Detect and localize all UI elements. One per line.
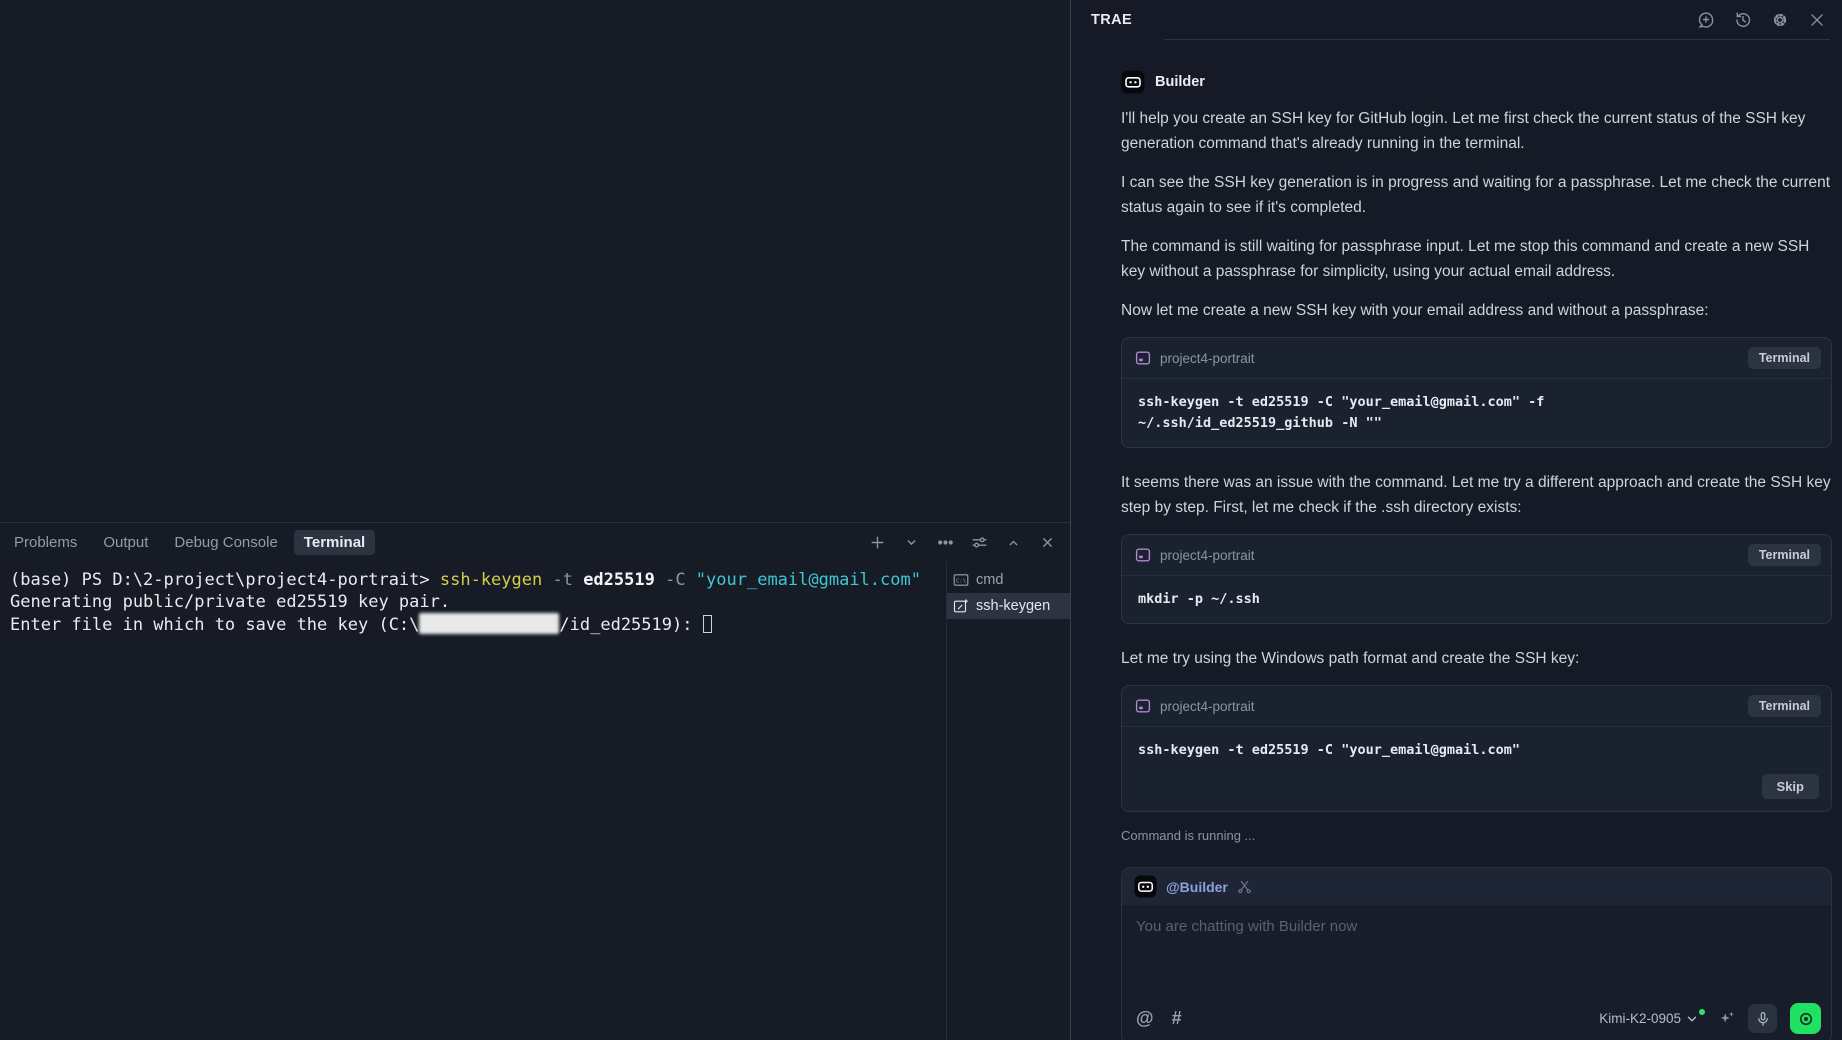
close-panel-icon[interactable] — [1808, 11, 1826, 29]
workspace-label: project4-portrait — [1160, 351, 1739, 366]
history-icon[interactable] — [1734, 11, 1752, 29]
model-name: Kimi-K2-0905 — [1599, 1011, 1681, 1026]
model-selector[interactable]: Kimi-K2-0905 — [1599, 1011, 1705, 1026]
scissors-icon[interactable] — [1237, 879, 1252, 894]
editor-area — [0, 0, 1070, 522]
chat-input-body: @ # Kimi-K2-0905 — [1122, 905, 1831, 1040]
builder-avatar-icon[interactable] — [1134, 875, 1157, 898]
chat-input-footer: @ # Kimi-K2-0905 — [1122, 995, 1831, 1040]
workspace-label: project4-portrait — [1160, 699, 1739, 714]
assistant-message: I can see the SSH key generation is in p… — [1121, 170, 1832, 220]
terminal-toolbar-icons — [869, 534, 1056, 551]
model-status-dot — [1699, 1009, 1705, 1015]
chat-input[interactable] — [1122, 905, 1831, 995]
builder-mention[interactable]: @Builder — [1166, 879, 1228, 895]
terminal-badge[interactable]: Terminal — [1748, 347, 1821, 369]
panel-tabs: Problems Output Debug Console Terminal — [4, 530, 375, 555]
assistant-message: The command is still waiting for passphr… — [1121, 234, 1832, 284]
terminal-line-generating: Generating public/private ed25519 key pa… — [10, 591, 946, 613]
tab-problems[interactable]: Problems — [4, 530, 87, 555]
more-actions-icon[interactable] — [937, 534, 954, 551]
stop-record-button[interactable] — [1790, 1003, 1821, 1034]
terminal-command: ssh-keygen — [440, 570, 542, 590]
header-divider — [1164, 39, 1830, 40]
terminal-command-card: project4-portrait Terminal ssh-keygen -t… — [1121, 685, 1832, 812]
terminal-output: (base) PS D:\2-project\project4-portrait… — [0, 561, 946, 1040]
card-command-code: ssh-keygen -t ed25519 -C "your_email@gma… — [1122, 379, 1831, 447]
terminal-instance-list: C:\ cmd ssh-keygen — [946, 561, 1070, 1040]
agent-name: Builder — [1155, 74, 1205, 90]
maximize-panel-icon[interactable] — [1005, 534, 1022, 551]
context-hash-button[interactable]: # — [1172, 1008, 1182, 1029]
terminal-line-enter-file: Enter file in which to save the key (C:\… — [10, 613, 946, 636]
terminal-panel-toolbar: Problems Output Debug Console Terminal — [0, 523, 1070, 561]
mention-chip-row: @Builder — [1122, 868, 1831, 905]
chevron-down-icon — [1686, 1013, 1698, 1025]
enhance-sparkle-icon[interactable] — [1718, 1010, 1735, 1027]
assistant-message: I'll help you create an SSH key for GitH… — [1121, 106, 1832, 156]
trae-ai-panel: TRAE Builder I'll help you create an SS — [1070, 0, 1842, 1040]
settings-gear-icon[interactable] — [1771, 11, 1789, 29]
mention-at-button[interactable]: @ — [1136, 1008, 1154, 1029]
terminal-panel: Problems Output Debug Console Terminal — [0, 522, 1070, 1040]
new-terminal-icon[interactable] — [869, 534, 886, 551]
panel-title: TRAE — [1091, 12, 1132, 28]
terminal-body: (base) PS D:\2-project\project4-portrait… — [0, 561, 1070, 1040]
panel-header-icons — [1697, 11, 1826, 29]
command-running-status: Command is running ... — [1121, 828, 1832, 843]
terminal-profile-chevron-icon[interactable] — [903, 534, 920, 551]
new-chat-icon[interactable] — [1697, 11, 1715, 29]
task-terminal-icon — [953, 598, 969, 614]
microphone-button[interactable] — [1748, 1004, 1777, 1033]
assistant-message: Let me try using the Windows path format… — [1121, 646, 1832, 671]
close-panel-icon[interactable] — [1039, 534, 1056, 551]
redacted-path — [419, 613, 559, 634]
terminal-cursor — [703, 615, 712, 633]
agent-header: Builder — [1121, 70, 1832, 94]
builder-avatar-icon — [1121, 70, 1145, 94]
terminal-card-icon — [1135, 350, 1151, 366]
trae-ide-window: Problems Output Debug Console Terminal — [0, 0, 1842, 1040]
skip-button[interactable]: Skip — [1762, 774, 1819, 799]
launch-profile-sliders-icon[interactable] — [971, 534, 988, 551]
terminal-instance-cmd[interactable]: C:\ cmd — [947, 567, 1070, 593]
chat-input-card: @Builder @ # Kimi-K2-0905 — [1121, 867, 1832, 1040]
tab-debug-console[interactable]: Debug Console — [164, 530, 287, 555]
card-command-code: ssh-keygen -t ed25519 -C "your_email@gma… — [1122, 727, 1831, 774]
terminal-card-icon — [1135, 547, 1151, 563]
assistant-message: It seems there was an issue with the com… — [1121, 470, 1832, 520]
cmd-terminal-icon: C:\ — [953, 572, 969, 588]
svg-text:C:\: C:\ — [956, 579, 966, 585]
workspace-label: project4-portrait — [1160, 548, 1739, 563]
terminal-line-prompt: (base) PS D:\2-project\project4-portrait… — [10, 569, 946, 591]
chat-thread: Builder I'll help you create an SSH key … — [1071, 40, 1842, 1040]
assistant-message: Now let me create a new SSH key with you… — [1121, 298, 1832, 323]
trae-panel-header: TRAE — [1071, 0, 1842, 40]
tab-output[interactable]: Output — [93, 530, 158, 555]
tab-terminal[interactable]: Terminal — [294, 530, 375, 555]
terminal-badge[interactable]: Terminal — [1748, 695, 1821, 717]
terminal-command-card: project4-portrait Terminal mkdir -p ~/.s… — [1121, 534, 1832, 624]
terminal-instance-ssh-keygen[interactable]: ssh-keygen — [947, 593, 1070, 619]
terminal-badge[interactable]: Terminal — [1748, 544, 1821, 566]
card-command-code: mkdir -p ~/.ssh — [1122, 576, 1831, 623]
terminal-card-icon — [1135, 698, 1151, 714]
terminal-command-card: project4-portrait Terminal ssh-keygen -t… — [1121, 337, 1832, 448]
